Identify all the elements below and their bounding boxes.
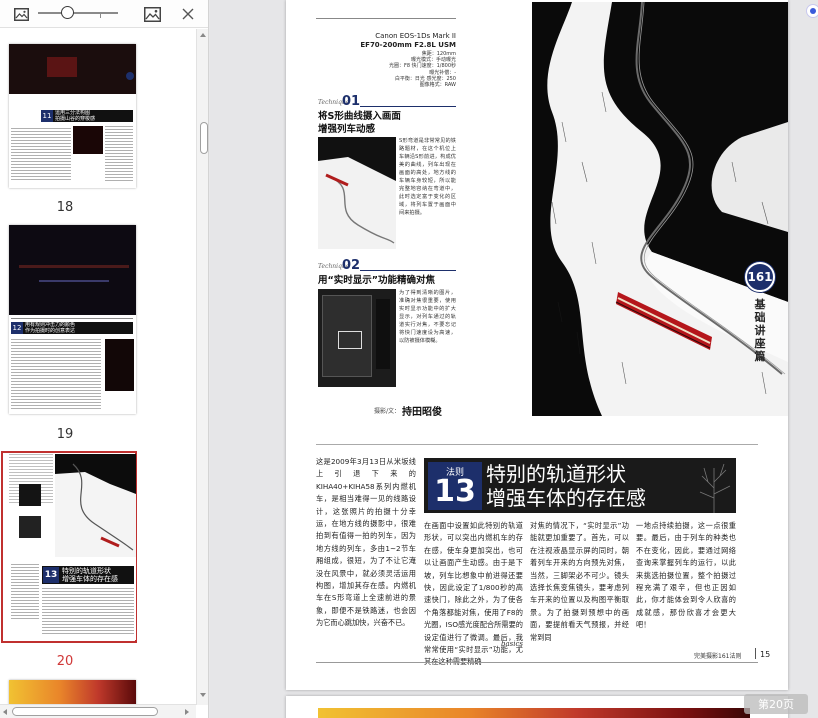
technique-01-title-line1: 将S形曲线摄入画面 [318,111,401,122]
thumb20-heading-line1: 特别的轨道形状 [62,567,111,575]
thumbnail-label-20[interactable]: 20 [0,654,130,669]
thumbnail-page-21[interactable] [9,680,136,705]
thumb18-rule-num: 11 [41,110,53,122]
thumb20-inset-1 [19,484,41,506]
technique-02-rule [360,270,456,271]
body-column-3: 一地点持续拍摄，这一点很重要。最后，由于列车的种类也不在变化，因此，要通过网络查… [636,521,736,630]
zoom-slider[interactable] [38,6,118,20]
thumb18-photo-detail [47,57,77,77]
document-page: Canon EOS-1Ds Mark II EF70-200mm F2.8L U… [286,0,788,690]
thumb19-photo [9,225,136,315]
large-image-icon[interactable] [141,3,163,25]
footer-page-number: 15 [760,650,771,659]
exif-line: 图像格式：RAW [419,82,456,89]
technique-01-body: S形弯道是非常常见的铁路题材，在这个机位上车辆沿S形前进，构成优美的曲线，列车出… [399,138,456,216]
intro-paragraph: 这是2009年3月13日从米坂线上引退下来的KIHA40+KIHA58系列内燃机… [316,457,416,628]
close-icon[interactable] [177,3,199,25]
thumbnail-sidebar: 11 运用三分法构图 拍摄山谷的穿梭感 18 12 用有规则冲击力的颜色 作为拍… [0,0,209,718]
exif-details: 焦距：120mm 曝光模式：手动曝光 光圈：F8 快门速度：1/800秒 曝光补… [346,51,456,88]
exif-top-rule [316,18,456,19]
thumb18-badge [126,72,134,80]
rule-title-line2: 增强车体的存在感 [486,486,646,510]
series-badge: 161 [745,262,775,292]
thumb19-inset-photo [105,339,134,391]
vertical-scrollbar-thumb[interactable] [200,122,208,154]
thumbnail-list: 11 运用三分法构图 拍摄山谷的穿梭感 18 12 用有规则冲击力的颜色 作为拍… [0,29,196,705]
section-rule [316,444,758,445]
thumbnail-page-19[interactable]: 12 用有规则冲击力的颜色 作为拍摄时的创意表达 [9,225,136,414]
thumbnail-page-20[interactable]: 13 特别的轨道形状 增强车体的存在感 [9,454,136,640]
thumb19-rule-num: 12 [11,322,23,334]
thumbnail-vertical-scrollbar[interactable] [196,29,208,705]
section-title-vertical: 基础讲座篇 [754,298,766,363]
thumb21-color-band [9,680,136,705]
hero-photo [532,2,788,416]
technique-02-photo [318,289,396,387]
photographer-credit: 持田昭俊 [402,407,442,418]
footer-divider [755,648,756,659]
zoom-slider-tick [100,13,101,18]
magnify-frame [338,331,362,349]
technique-01-photo [318,137,396,249]
technique-01-title-line2: 增强列车动感 [318,124,376,135]
technique-01-rule [360,106,456,107]
next-document-page [286,696,788,718]
technique-02-title: 用“实时显示”功能精确对焦 [318,275,435,286]
scroll-down-arrow-icon[interactable] [200,693,206,697]
thumbnail-horizontal-scrollbar[interactable] [0,704,196,718]
camera-controls [376,299,390,369]
body-column-2: 对焦的情况下，“实时显示”功能就更加重要了。首先，可以在注视液晶显示屏的同时，朝… [530,521,629,642]
scroll-up-arrow-icon[interactable] [200,33,206,37]
footer-basics: basics [501,640,523,648]
thumb20-inset-2 [19,516,41,538]
horizontal-scrollbar-thumb[interactable] [12,707,158,716]
rule-title-line1: 特别的轨道形状 [486,462,626,486]
thumb20-rule-num: 13 [43,567,59,583]
rule-number-box: 法则 13 [428,462,482,510]
banner-tree-icon [699,463,731,513]
thumb18-heading-line2: 拍摄山谷的穿梭感 [55,116,96,122]
thumb19-text-block [11,339,101,409]
thumbnail-label-18[interactable]: 18 [0,200,130,215]
technique-02-number: 02 [342,258,361,273]
thumb19-rule [11,318,133,319]
exif-lens: EF70-200mm F2.8L USM [360,41,456,49]
zoom-slider-thumb[interactable] [61,6,74,19]
page-indicator: 第20页 [744,694,808,714]
thumb18-text-block-2 [105,126,133,182]
thumb18-text-block [11,128,71,182]
scroll-left-arrow-icon[interactable] [3,709,7,715]
assistant-icon[interactable] [806,4,818,18]
document-view[interactable]: Canon EOS-1Ds Mark II EF70-200mm F2.8L U… [210,0,818,718]
thumb19-photo-track [19,265,129,268]
thumbnail-page-18[interactable]: 11 运用三分法构图 拍摄山谷的穿梭感 [9,44,136,188]
thumb18-inset-photo [73,126,103,154]
photographer-credit-prefix: 摄影/文： [374,408,401,415]
next-page-color-band [318,708,750,718]
scroll-right-arrow-icon[interactable] [185,709,189,715]
thumb20-heading-line2: 增强车体的存在感 [62,575,118,583]
thumb19-photo-track-2 [39,280,109,282]
footer-magazine-title: 完美摄影161法则 [694,653,742,660]
thumb19-heading-line2: 作为拍摄时的创意表达 [25,328,76,334]
thumbnail-label-19[interactable]: 19 [0,427,130,442]
rule-banner: 法则 13 特别的轨道形状 增强车体的存在感 [424,458,736,513]
thumbnail-toolbar [0,0,208,28]
thumb20-intro-text [11,564,39,619]
small-image-icon[interactable] [10,3,32,25]
thumb20-photo [55,454,136,557]
footer-rule [316,662,758,663]
technique-01-number: 01 [342,94,361,109]
zoom-slider-track[interactable] [38,12,118,14]
rule-number: 13 [434,474,476,509]
technique-02-body: 为了得到清晰的图片，准确对焦很重要，使用实时显示功能中的扩大显示，对列车通过的轨… [399,290,456,344]
thumb20-body-text [42,588,134,634]
